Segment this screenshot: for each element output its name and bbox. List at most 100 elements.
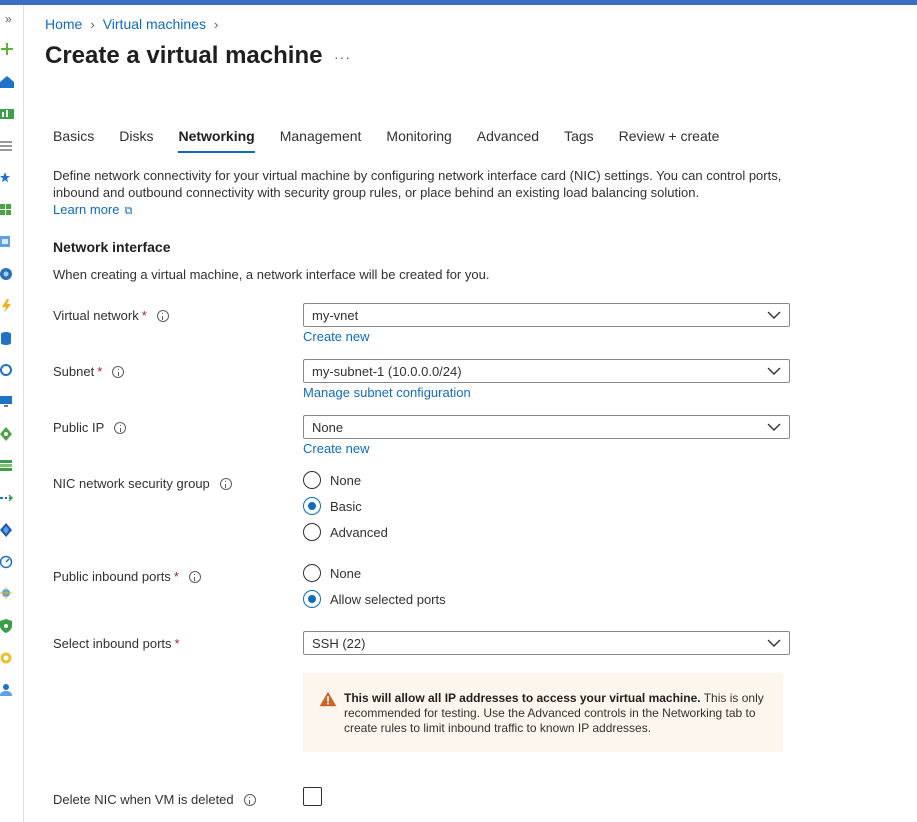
info-icon[interactable]	[188, 570, 201, 583]
nsg-radio-advanced[interactable]: Advanced	[303, 523, 388, 541]
create-resource-icon[interactable]	[0, 42, 14, 56]
chevron-down-icon	[767, 639, 781, 647]
radio-circle-selected	[303, 590, 321, 608]
load-balancers-icon[interactable]	[0, 427, 14, 441]
subnet-label-text: Subnet	[53, 364, 95, 379]
learn-more-label: Learn more	[53, 202, 120, 217]
virtual-network-label: Virtual network *	[53, 308, 169, 323]
cosmos-db-icon[interactable]	[0, 363, 14, 377]
create-new-vnet-link[interactable]: Create new	[303, 329, 369, 344]
virtual-network-dropdown[interactable]: my-vnet	[303, 303, 790, 327]
select-inbound-ports-label: Select inbound ports *	[53, 636, 180, 651]
tab-disks[interactable]: Disks	[119, 128, 153, 153]
public-inbound-ports-label-text: Public inbound ports	[53, 569, 171, 584]
select-inbound-ports-label-text: Select inbound ports	[53, 636, 172, 651]
delete-nic-label: Delete NIC when VM is deleted	[53, 792, 256, 807]
virtual-network-value: my-vnet	[312, 308, 359, 323]
nic-nsg-label-text: NIC network security group	[53, 476, 210, 491]
info-icon[interactable]	[156, 309, 169, 322]
nsg-radio-basic[interactable]: Basic	[303, 497, 362, 515]
warning-banner: This will allow all IP addresses to acce…	[303, 673, 783, 752]
left-nav-rail: »	[0, 5, 24, 822]
app-services-icon[interactable]	[0, 267, 14, 281]
required-asterisk: *	[97, 364, 103, 379]
home-icon[interactable]	[0, 75, 14, 89]
breadcrumb: Home › Virtual machines ›	[45, 16, 226, 32]
required-asterisk: *	[174, 636, 180, 651]
entra-id-icon[interactable]	[0, 523, 14, 537]
nsg-option-none: None	[330, 472, 362, 488]
breadcrumb-vms-link[interactable]: Virtual machines	[103, 16, 206, 32]
resource-groups-icon[interactable]	[0, 235, 14, 249]
radio-circle	[303, 523, 321, 541]
inbound-radio-none[interactable]: None	[303, 564, 361, 582]
delete-nic-label-text: Delete NIC when VM is deleted	[53, 792, 234, 807]
tab-advanced[interactable]: Advanced	[477, 128, 539, 153]
virtual-networks-icon[interactable]	[0, 491, 14, 505]
page-title: Create a virtual machine	[45, 42, 323, 69]
top-accent-bar	[0, 0, 917, 5]
monitor-icon[interactable]	[0, 555, 14, 569]
cost-management-icon[interactable]	[0, 651, 14, 665]
public-ip-label-text: Public IP	[53, 420, 105, 435]
create-new-public-ip-link[interactable]: Create new	[303, 441, 369, 456]
networking-description: Define network connectivity for your vir…	[53, 168, 782, 200]
sql-database-icon[interactable]	[0, 331, 14, 345]
public-ip-value: None	[312, 420, 344, 435]
public-ip-dropdown[interactable]: None	[303, 415, 790, 439]
warning-text-bold: This will allow all IP addresses to acce…	[344, 691, 701, 705]
expand-menu-icon[interactable]: »	[5, 13, 12, 25]
nsg-option-advanced: Advanced	[330, 524, 388, 540]
function-app-icon[interactable]	[0, 299, 14, 313]
info-icon[interactable]	[114, 421, 127, 434]
manage-subnet-link[interactable]: Manage subnet configuration	[303, 385, 471, 400]
chevron-down-icon	[767, 311, 781, 319]
subnet-value: my-subnet-1 (10.0.0.0/24)	[312, 364, 462, 379]
advisor-icon[interactable]	[0, 587, 14, 601]
warning-text: This will allow all IP addresses to acce…	[344, 691, 769, 736]
nsg-radio-none[interactable]: None	[303, 471, 361, 489]
dashboard-icon[interactable]	[0, 107, 14, 121]
inbound-option-allow-selected: Allow selected ports	[330, 591, 446, 607]
info-icon[interactable]	[112, 365, 125, 378]
radio-circle	[303, 564, 321, 582]
favorites-star-icon[interactable]	[0, 171, 14, 185]
delete-nic-checkbox[interactable]	[303, 787, 322, 806]
info-icon[interactable]	[243, 793, 256, 806]
public-inbound-ports-label: Public inbound ports *	[53, 569, 201, 584]
virtual-machines-icon[interactable]	[0, 395, 14, 409]
more-actions-icon[interactable]: ···	[334, 49, 351, 65]
required-asterisk: *	[141, 308, 147, 323]
tab-monitoring[interactable]: Monitoring	[386, 128, 451, 153]
storage-accounts-icon[interactable]	[0, 459, 14, 473]
defender-icon[interactable]	[0, 619, 14, 633]
radio-circle-selected	[303, 497, 321, 515]
select-inbound-ports-value: SSH (22)	[312, 636, 366, 651]
tab-networking[interactable]: Networking	[178, 128, 255, 153]
chevron-down-icon	[767, 423, 781, 431]
section-heading: Network interface	[53, 239, 171, 255]
subnet-dropdown[interactable]: my-subnet-1 (10.0.0.0/24)	[303, 359, 790, 383]
public-ip-label: Public IP	[53, 420, 127, 435]
info-icon[interactable]	[219, 477, 232, 490]
tab-basics[interactable]: Basics	[53, 128, 94, 153]
breadcrumb-separator-icon: ›	[90, 16, 95, 32]
warning-icon	[319, 691, 337, 707]
learn-more-link[interactable]: Learn more ⧉	[53, 202, 132, 218]
tab-tags[interactable]: Tags	[564, 128, 594, 153]
select-inbound-ports-dropdown[interactable]: SSH (22)	[303, 631, 790, 655]
all-resources-icon[interactable]	[0, 203, 14, 217]
all-services-icon[interactable]	[0, 139, 14, 153]
inbound-radio-allow-selected[interactable]: Allow selected ports	[303, 590, 446, 608]
external-link-icon: ⧉	[121, 205, 133, 217]
nsg-option-basic: Basic	[330, 498, 362, 514]
tab-management[interactable]: Management	[280, 128, 362, 153]
breadcrumb-separator-icon: ›	[213, 16, 219, 32]
inbound-option-none: None	[330, 565, 362, 581]
virtual-network-label-text: Virtual network	[53, 308, 139, 323]
subnet-label: Subnet *	[53, 364, 125, 379]
tab-review-create[interactable]: Review + create	[619, 128, 720, 153]
help-support-icon[interactable]	[0, 683, 14, 697]
breadcrumb-home-link[interactable]: Home	[45, 16, 82, 32]
radio-circle	[303, 471, 321, 489]
